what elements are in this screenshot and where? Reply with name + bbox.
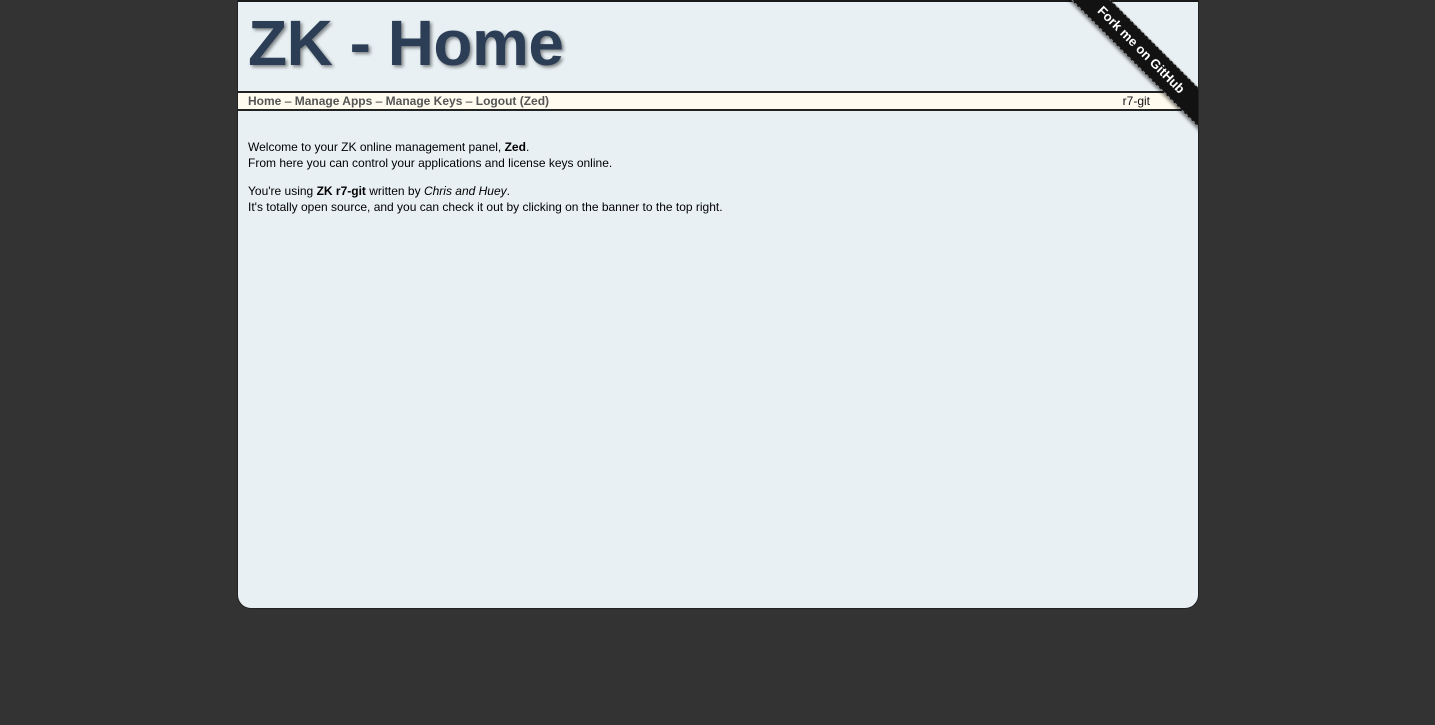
product-name: ZK r7-git	[316, 184, 366, 198]
welcome-text: Welcome to your ZK online management pan…	[248, 140, 505, 154]
page-container: ZK - Home Fork me on GitHub Home – Manag…	[237, 0, 1199, 609]
written-by-text: written by	[365, 184, 424, 198]
welcome-paragraph: Welcome to your ZK online management pan…	[248, 139, 1188, 171]
github-ribbon-container: Fork me on GitHub	[1048, 0, 1198, 150]
nav-link-manage-apps[interactable]: Manage Apps	[295, 94, 373, 108]
username: Zed	[504, 140, 526, 154]
using-text: You're using	[248, 184, 317, 198]
nav-separator: –	[465, 94, 473, 108]
using-suffix: .	[506, 184, 511, 198]
page-title: ZK - Home	[248, 7, 564, 79]
about-paragraph: You're using ZK r7-git written by Chris …	[248, 183, 1188, 215]
control-text: From here you can control your applicati…	[248, 156, 613, 170]
nav-link-home[interactable]: Home	[248, 94, 281, 108]
open-source-text: It's totally open source, and you can ch…	[248, 200, 723, 214]
nav-separator: –	[284, 94, 292, 108]
nav-link-manage-keys[interactable]: Manage Keys	[386, 94, 463, 108]
authors: Chris and Huey	[423, 184, 507, 198]
nav-link-logout[interactable]: Logout (Zed)	[476, 94, 549, 108]
nav-separator: –	[375, 94, 383, 108]
welcome-suffix: .	[525, 140, 530, 154]
fork-on-github-ribbon[interactable]: Fork me on GitHub	[1049, 0, 1198, 142]
